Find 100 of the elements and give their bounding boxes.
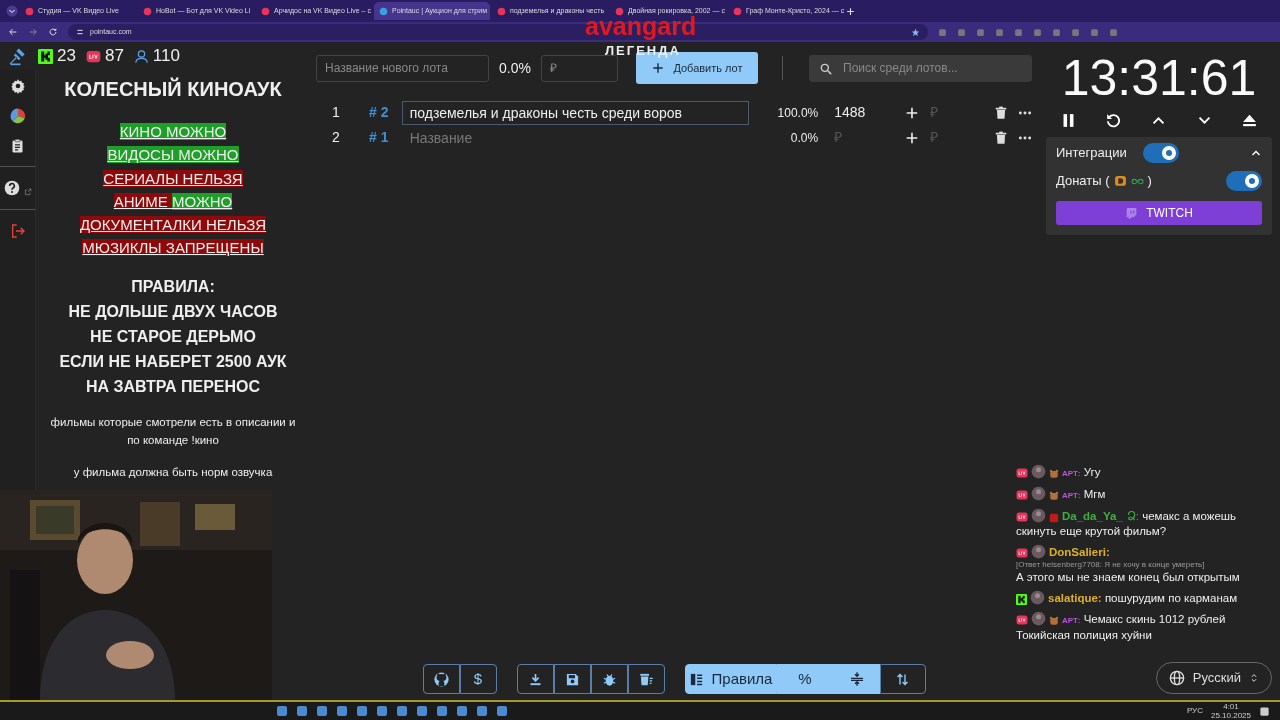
lot-amount-field[interactable]: ₽ xyxy=(818,126,889,149)
taskbar-clock[interactable]: 4:01 25.10.2025 xyxy=(1210,702,1251,720)
trash-icon[interactable] xyxy=(994,105,1008,120)
live-badge-icon xyxy=(1016,511,1028,523)
bug-report-button[interactable] xyxy=(590,664,628,694)
twitch-button[interactable]: TWITCH xyxy=(1056,201,1262,225)
kick-logo-icon xyxy=(38,48,53,64)
save-icon xyxy=(564,671,580,687)
rule-line: ЕСЛИ НЕ НАБЕРЕТ 2500 АУК xyxy=(58,351,288,372)
kick-logo-icon xyxy=(1016,594,1027,605)
donations-label: Донаты ( xyxy=(1056,172,1110,191)
github-button[interactable] xyxy=(422,664,460,694)
save-button[interactable] xyxy=(553,664,591,694)
chat-message: DonSalieri: [Ответ heisenberg7708: Я не хочу в конце умереть] А этого мы не знаем конец был открытым xyxy=(1016,544,1241,585)
rule-line: НЕ ДОЛЬШЕ ДВУХ ЧАСОВ xyxy=(67,301,279,322)
taskbar-app-icon[interactable] xyxy=(376,705,388,717)
tabs-menu-icon[interactable] xyxy=(6,5,18,17)
help-icon[interactable] xyxy=(3,180,20,196)
pie-chart-icon[interactable] xyxy=(8,107,27,125)
trash-icon[interactable] xyxy=(994,130,1008,145)
eject-icon[interactable] xyxy=(1240,112,1258,129)
avatar-icon xyxy=(1031,508,1046,523)
bug-icon xyxy=(601,671,617,687)
user-icon xyxy=(133,48,149,64)
taskbar-app-icon[interactable] xyxy=(276,705,288,717)
reload-icon[interactable] xyxy=(48,27,58,37)
lot-id[interactable]: # 2 xyxy=(355,102,402,123)
lot-name-field[interactable]: Название нового лота xyxy=(316,54,489,82)
taskbar-app-icon[interactable] xyxy=(456,705,468,717)
back-icon[interactable] xyxy=(8,27,18,37)
taskbar-app-icon[interactable] xyxy=(336,705,348,717)
toggle-switch[interactable] xyxy=(1142,143,1179,163)
rule-tag: ВИДОСЫ МОЖНО xyxy=(36,143,310,167)
caret-icon xyxy=(1249,673,1259,683)
taskbar-app-icon[interactable] xyxy=(356,705,368,717)
bear-badge-icon xyxy=(1049,616,1059,626)
logout-icon[interactable] xyxy=(9,223,26,239)
restart-icon[interactable] xyxy=(1105,112,1123,129)
chat-message: АРТ: Чемакс скинь 1012 рублей Токийская полиция хуйни xyxy=(1016,611,1227,643)
taskbar-app-icon[interactable] xyxy=(496,705,508,717)
badge-icon xyxy=(1049,513,1059,523)
sort-button[interactable] xyxy=(879,664,926,694)
stat-count: 87 xyxy=(104,45,124,68)
taskbar-app-icon[interactable] xyxy=(476,705,488,717)
taskbar-app-icon[interactable] xyxy=(316,705,328,717)
new-tab-icon[interactable] xyxy=(846,6,855,16)
rules-title: КОЛЕСНЫЙ КИНОАУК xyxy=(63,76,283,102)
tab-favicon-icon xyxy=(733,6,742,16)
timer-display: 13:31:61 xyxy=(1060,50,1258,106)
rules-button[interactable]: Правила xyxy=(684,664,777,694)
rule-tag: КИНО МОЖНО xyxy=(36,120,310,144)
amount-field[interactable]: ₽ xyxy=(540,54,618,82)
rules-note: фильмы которые смотрели есть в описании и по команде !кино xyxy=(49,414,297,448)
rule-tag: АНИМЕ МОЖНО xyxy=(36,189,310,214)
add-amount-field[interactable]: ₽ xyxy=(928,126,988,149)
compress-button[interactable] xyxy=(833,664,880,694)
search-field[interactable]: Поиск среди лотов... xyxy=(809,54,1032,82)
avatar-icon xyxy=(1031,464,1046,479)
add-amount-field[interactable]: ₽ xyxy=(928,101,988,124)
taskbar-app-icon[interactable] xyxy=(296,705,308,717)
live-badge-icon xyxy=(1016,467,1028,479)
list-icon xyxy=(688,671,704,687)
gear-icon[interactable] xyxy=(9,78,26,94)
search-icon xyxy=(819,61,833,76)
external-link-icon xyxy=(23,188,32,196)
chat-message: АРТ: Мгм xyxy=(1016,486,1274,503)
twitch-icon xyxy=(1125,206,1139,220)
bookmark-star-icon[interactable] xyxy=(911,27,920,37)
clipboard-icon[interactable] xyxy=(10,138,25,153)
live-badge-icon xyxy=(1016,614,1028,626)
lot-name-field[interactable]: Название xyxy=(401,125,749,150)
rules-heading: ПРАВИЛА: xyxy=(130,276,216,297)
toggle-switch[interactable] xyxy=(1226,171,1262,191)
keyboard-language[interactable]: РУС xyxy=(1186,705,1203,717)
taskbar-app-icon[interactable] xyxy=(416,705,428,717)
taskbar-app-icon[interactable] xyxy=(436,705,448,717)
notification-icon[interactable] xyxy=(1259,705,1270,717)
compress-icon xyxy=(848,671,865,687)
download-button[interactable] xyxy=(516,664,554,694)
lot-index: 1 xyxy=(331,103,341,122)
avatar-icon xyxy=(1030,590,1045,605)
donate-button[interactable]: $ xyxy=(459,664,497,694)
tab-favicon-icon xyxy=(497,6,506,16)
clear-button[interactable] xyxy=(627,664,665,694)
rule-tag: МЮЗИКЛЫ ЗАПРЕЩЕНЫ xyxy=(36,236,310,260)
taskbar-app-icon[interactable] xyxy=(396,705,408,717)
bracket-text: ) xyxy=(1147,172,1152,191)
lot-name-field[interactable]: подземелья и драконы честь среди воров xyxy=(401,100,749,125)
plus-icon xyxy=(651,61,666,75)
percent-text: 0.0% xyxy=(499,58,531,78)
lot-id[interactable]: # 1 xyxy=(355,127,402,148)
donation-service-icon xyxy=(1113,174,1127,188)
lot-index: 2 xyxy=(331,128,341,147)
bear-badge-icon xyxy=(1049,469,1059,479)
live-badge-icon xyxy=(1016,489,1028,501)
percent-button[interactable]: % xyxy=(776,664,834,694)
tab-favicon-icon xyxy=(25,6,34,16)
lot-amount: 1488 xyxy=(833,103,867,122)
chat-message: Da_da_Ya_ Ձ: чемакс а можешь скинуть еще крутой фильм? xyxy=(1016,508,1237,539)
github-icon xyxy=(432,670,450,688)
